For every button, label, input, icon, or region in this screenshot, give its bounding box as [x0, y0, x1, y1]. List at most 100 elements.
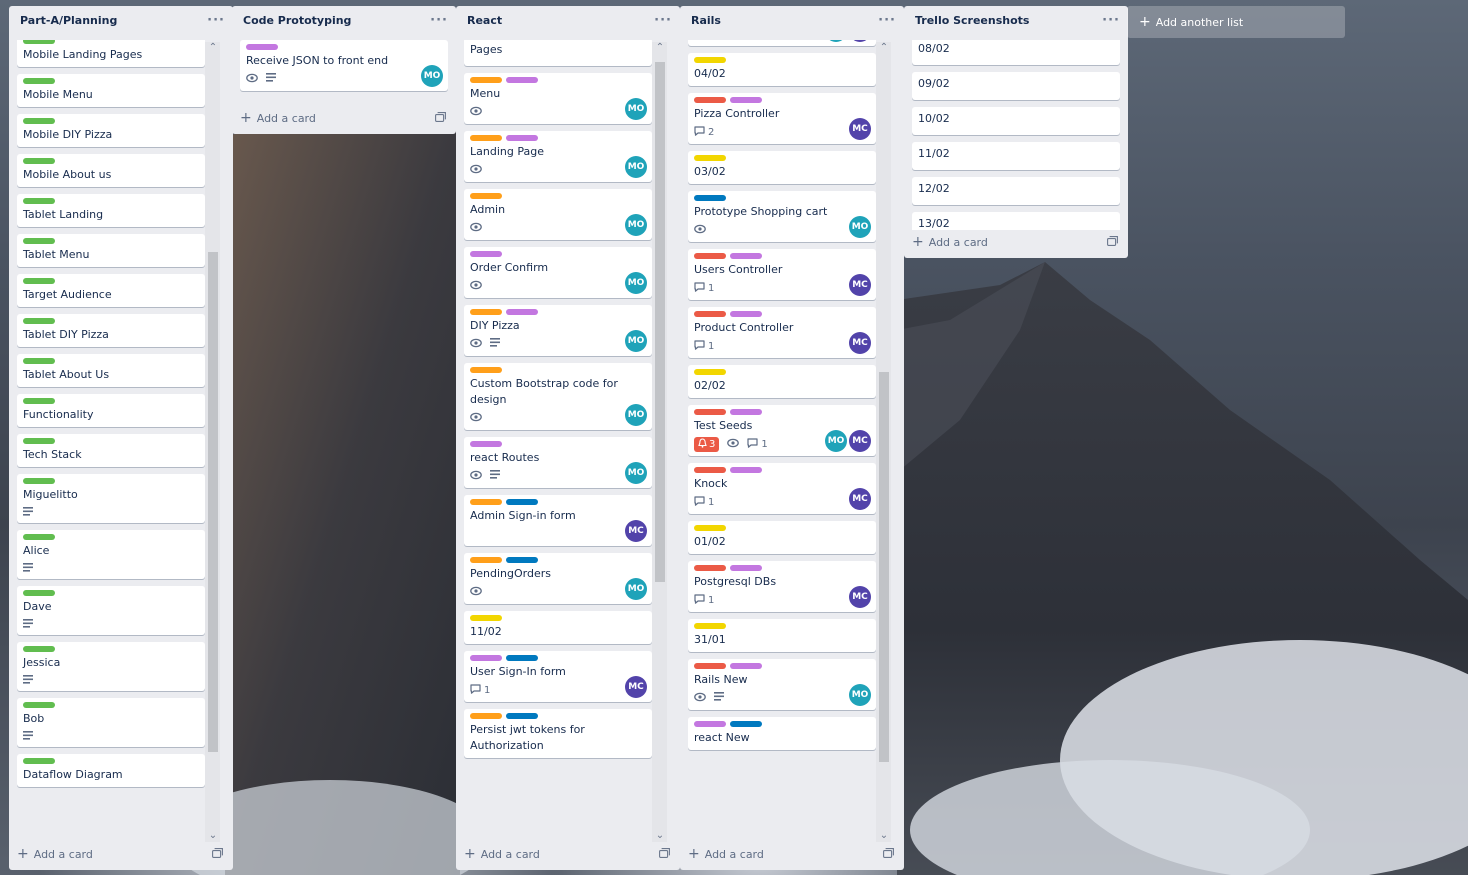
label-green[interactable] [23, 238, 55, 244]
label-orange[interactable] [470, 499, 502, 505]
card[interactable]: Alice [17, 530, 205, 579]
avatar[interactable]: MO [421, 65, 443, 87]
card[interactable]: Rails New MO [688, 659, 876, 710]
list-title[interactable]: Part-A/Planning [20, 14, 117, 27]
card[interactable]: Mobile DIY Pizza [17, 114, 205, 147]
label-purple[interactable] [506, 309, 538, 315]
label-yellow[interactable] [694, 57, 726, 63]
label-orange[interactable] [470, 193, 502, 199]
label-yellow[interactable] [694, 525, 726, 531]
avatar[interactable]: MC [849, 586, 871, 608]
list-scrollbar[interactable]: ⌃ ⌄ [205, 42, 220, 842]
card-template-icon[interactable] [1107, 236, 1118, 249]
label-blue[interactable] [506, 499, 538, 505]
avatar[interactable]: MC [625, 676, 647, 698]
chevron-down-icon[interactable]: ⌄ [207, 830, 219, 842]
label-purple[interactable] [470, 441, 502, 447]
card-template-icon[interactable] [659, 848, 670, 861]
card[interactable]: Custom Bootstrap code for design MO [464, 363, 652, 430]
list-title[interactable]: React [467, 14, 502, 27]
label-orange[interactable] [470, 309, 502, 315]
label-purple[interactable] [730, 467, 762, 473]
label-purple[interactable] [506, 135, 538, 141]
label-green[interactable] [23, 702, 55, 708]
card[interactable]: react New [688, 717, 876, 750]
card[interactable]: Target Audience [17, 274, 205, 307]
avatar[interactable]: MC [849, 118, 871, 140]
avatar[interactable]: MC [849, 488, 871, 510]
label-green[interactable] [23, 278, 55, 284]
card[interactable]: Knock 1 MC [688, 463, 876, 514]
add-card-button[interactable]: + Add a card [464, 843, 664, 865]
list-scrollbar[interactable]: ⌃ ⌄ [876, 42, 891, 842]
avatar[interactable]: MC [849, 274, 871, 296]
avatar[interactable]: MO [625, 214, 647, 236]
label-yellow[interactable] [694, 369, 726, 375]
label-green[interactable] [23, 398, 55, 404]
label-green[interactable] [23, 646, 55, 652]
card[interactable]: Menu MO [464, 73, 652, 124]
avatar[interactable]: MO [825, 40, 847, 42]
label-green[interactable] [23, 40, 55, 44]
label-purple[interactable] [730, 311, 762, 317]
avatar[interactable]: MO [625, 272, 647, 294]
list-title[interactable]: Trello Screenshots [915, 14, 1029, 27]
card[interactable]: 12/02 [912, 177, 1120, 205]
card[interactable]: 03/02 [688, 151, 876, 184]
scroll-thumb[interactable] [655, 62, 665, 582]
card[interactable]: Functionality [17, 394, 205, 427]
card[interactable]: Postgresql DBs 1 MC [688, 561, 876, 612]
card[interactable]: 08/02 [912, 40, 1120, 65]
label-red[interactable] [694, 565, 726, 571]
label-red[interactable] [694, 409, 726, 415]
card[interactable]: Tablet Menu [17, 234, 205, 267]
label-red[interactable] [694, 311, 726, 317]
add-another-list-button[interactable]: + Add another list [1127, 6, 1345, 38]
label-purple[interactable] [470, 251, 502, 257]
card[interactable]: Product Controller 1 MC [688, 307, 876, 358]
card[interactable]: Jessica [17, 642, 205, 691]
card[interactable]: Mobile Menu [17, 74, 205, 107]
label-red[interactable] [694, 253, 726, 259]
avatar[interactable]: MO [625, 330, 647, 352]
add-card-button[interactable]: + Add a card [912, 231, 1112, 253]
label-blue[interactable] [506, 713, 538, 719]
avatar[interactable]: MO [849, 684, 871, 706]
more-horizontal-icon[interactable]: ··· [654, 13, 672, 28]
avatar[interactable]: MC [849, 332, 871, 354]
add-card-button[interactable]: + Add a card [688, 843, 888, 865]
label-purple[interactable] [694, 721, 726, 727]
label-orange[interactable] [470, 77, 502, 83]
avatar[interactable]: MO [625, 578, 647, 600]
label-blue[interactable] [506, 655, 538, 661]
card[interactable]: Landing Page MO [464, 131, 652, 182]
avatar[interactable]: MC [849, 40, 871, 42]
chevron-up-icon[interactable]: ⌃ [207, 42, 219, 54]
label-red[interactable] [694, 97, 726, 103]
label-purple[interactable] [730, 663, 762, 669]
chevron-down-icon[interactable]: ⌄ [878, 830, 890, 842]
label-purple[interactable] [730, 409, 762, 415]
card-template-icon[interactable] [883, 848, 894, 861]
scroll-thumb[interactable] [879, 372, 889, 762]
label-blue[interactable] [506, 557, 538, 563]
label-green[interactable] [23, 478, 55, 484]
more-horizontal-icon[interactable]: ··· [1102, 13, 1120, 28]
avatar[interactable]: MO [825, 430, 847, 452]
card[interactable]: Tablet About Us [17, 354, 205, 387]
label-green[interactable] [23, 118, 55, 124]
label-purple[interactable] [730, 97, 762, 103]
add-card-button[interactable]: + Add a card [17, 843, 217, 865]
label-green[interactable] [23, 438, 55, 444]
avatar[interactable]: MO [625, 156, 647, 178]
card[interactable]: Tablet Landing [17, 194, 205, 227]
avatar[interactable]: MO [625, 462, 647, 484]
list-title[interactable]: Rails [691, 14, 721, 27]
card[interactable]: PendingOrders MO [464, 553, 652, 604]
more-horizontal-icon[interactable]: ··· [430, 13, 448, 28]
label-red[interactable] [694, 467, 726, 473]
card[interactable]: Mobile Landing Pages [17, 40, 205, 67]
card[interactable]: 31/01 [688, 619, 876, 652]
label-green[interactable] [23, 318, 55, 324]
label-yellow[interactable] [694, 623, 726, 629]
